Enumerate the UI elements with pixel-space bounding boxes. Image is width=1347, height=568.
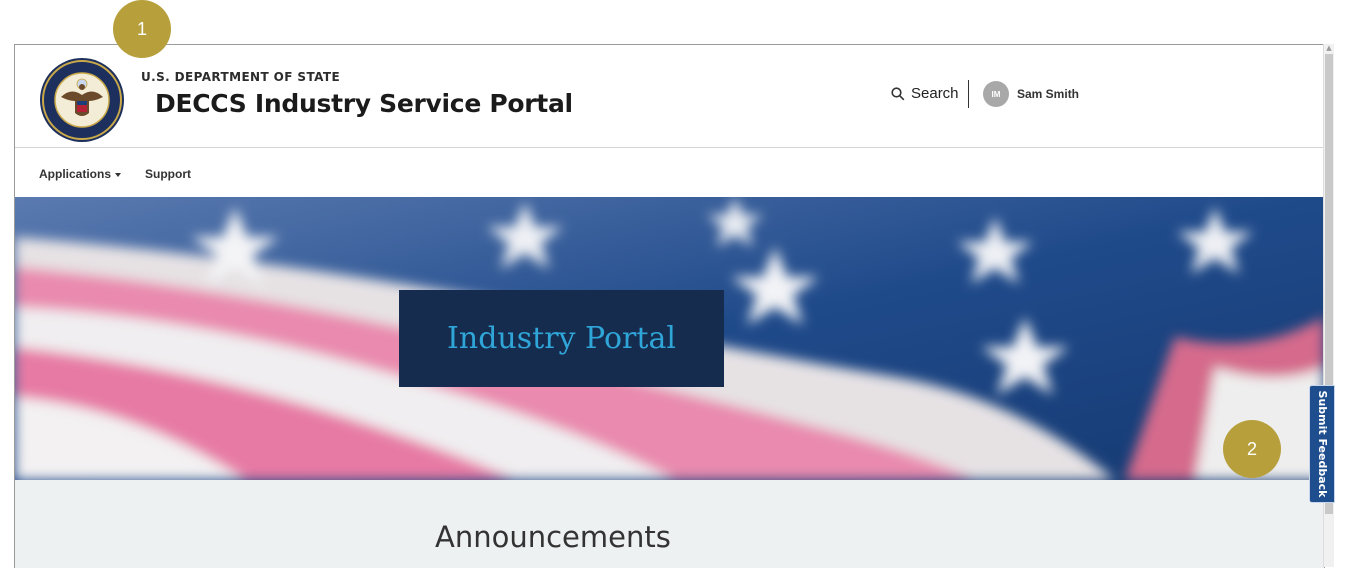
hero-title: Industry Portal	[447, 321, 676, 356]
chevron-down-icon	[115, 172, 122, 177]
submit-feedback-button[interactable]: Submit Feedback	[1309, 385, 1335, 503]
submit-feedback-label: Submit Feedback	[1316, 390, 1329, 498]
search-icon	[891, 86, 905, 100]
nav-item-label: Support	[145, 167, 191, 181]
announcements-title: Announcements	[435, 520, 671, 554]
nav-item-support[interactable]: Support	[145, 167, 191, 181]
portal-title[interactable]: DECCS Industry Service Portal	[155, 89, 573, 118]
scroll-up-icon[interactable]: ▲	[1324, 44, 1334, 52]
department-seal-logo	[40, 58, 124, 142]
callout-marker-label: 2	[1246, 438, 1257, 459]
main-nav: Applications Support	[15, 147, 1324, 198]
department-name: U.S. DEPARTMENT OF STATE	[141, 70, 341, 84]
hero-banner: Industry Portal	[15, 197, 1324, 480]
search-button[interactable]: Search	[891, 85, 959, 102]
announcements-section: Announcements	[15, 480, 1324, 568]
search-label: Search	[911, 85, 959, 102]
avatar: IM	[983, 81, 1009, 107]
site-header: U.S. DEPARTMENT OF STATE DECCS Industry …	[15, 45, 1324, 147]
nav-item-label: Applications	[39, 167, 112, 181]
callout-marker-2: 2	[1223, 420, 1281, 478]
user-name: Sam Smith	[1017, 87, 1080, 101]
browser-frame: U.S. DEPARTMENT OF STATE DECCS Industry …	[14, 44, 1325, 568]
callout-marker-1: 1	[113, 0, 171, 58]
callout-marker-label: 1	[136, 18, 147, 39]
user-menu[interactable]: IM Sam Smith	[983, 81, 1079, 107]
hero-title-box: Industry Portal	[399, 290, 724, 387]
header-divider	[968, 80, 969, 108]
nav-item-applications[interactable]: Applications	[39, 167, 122, 181]
